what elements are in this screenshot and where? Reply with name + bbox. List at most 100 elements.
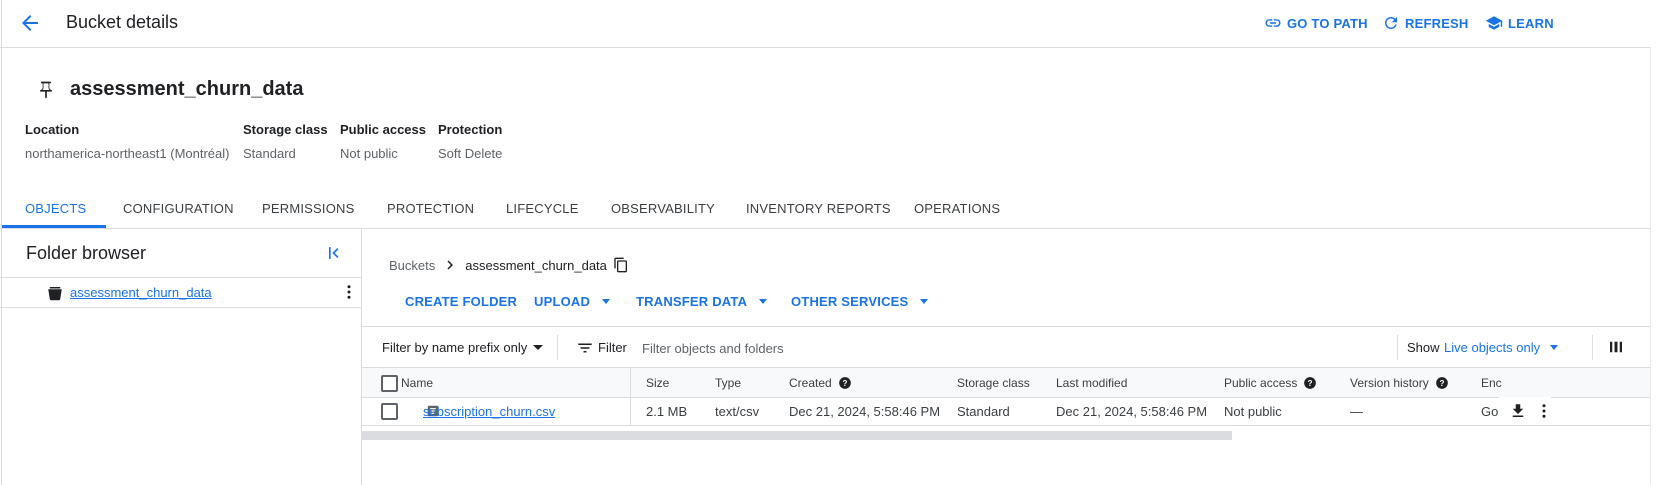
tab-configuration[interactable]: CONFIGURATION <box>123 201 234 216</box>
folder-item[interactable]: assessment_churn_data <box>0 277 361 308</box>
tab-objects[interactable]: OBJECTS <box>25 201 86 216</box>
bucket-name: assessment_churn_data <box>70 78 304 100</box>
column-size-label: Size <box>646 376 670 390</box>
svg-text:?: ? <box>1308 379 1313 388</box>
svg-text:?: ? <box>842 379 847 388</box>
other-services-button[interactable]: OTHER SERVICES <box>791 294 929 309</box>
show-caret-icon <box>1550 345 1559 350</box>
column-display-icon[interactable] <box>1607 338 1625 356</box>
filter-bar: Filter by name prefix only Filter Show L… <box>362 326 1650 368</box>
column-header-type[interactable]: Type <box>715 376 741 390</box>
tab-lifecycle[interactable]: LIFECYCLE <box>506 201 579 216</box>
filter-mode-caret-icon <box>533 345 544 350</box>
table-header: Name Size Type Created ? Storage class L… <box>362 367 1650 398</box>
location-label: Location <box>25 122 80 137</box>
filter-divider <box>557 335 558 360</box>
row-select-checkbox[interactable] <box>381 403 398 420</box>
chevron-right-icon <box>447 260 454 270</box>
column-header-storage-class[interactable]: Storage class <box>957 376 1030 390</box>
column-header-version-history[interactable]: Version history ? <box>1350 376 1449 390</box>
tab-protection[interactable]: PROTECTION <box>387 201 474 216</box>
breadcrumb: Buckets assessment_churn_data <box>389 256 629 274</box>
learn-button[interactable]: LEARN <box>1485 14 1554 32</box>
file-created: Dec 21, 2024, 5:58:46 PM <box>789 404 941 419</box>
create-folder-label: CREATE FOLDER <box>405 294 518 309</box>
filter-mode-dropdown[interactable]: Filter by name prefix only <box>382 340 544 355</box>
column-header-encryption[interactable]: Enc <box>1481 376 1502 390</box>
breadcrumb-current: assessment_churn_data <box>465 257 607 273</box>
svg-text:?: ? <box>1439 379 1444 388</box>
table-horizontal-scrollbar[interactable] <box>362 431 1232 440</box>
more-vert-icon[interactable] <box>1535 402 1553 420</box>
public-access-label: Public access <box>340 122 426 137</box>
transfer-data-dropdown-icon <box>759 299 768 304</box>
tab-operations[interactable]: OPERATIONS <box>914 201 1000 216</box>
filter-label: Filter <box>598 340 627 355</box>
transfer-data-label: TRANSFER DATA <box>636 294 748 309</box>
school-icon <box>1485 16 1503 30</box>
show-divider <box>1397 335 1398 360</box>
upload-label: UPLOAD <box>534 294 591 309</box>
column-version-history-label: Version history <box>1350 376 1429 390</box>
tab-observability[interactable]: OBSERVABILITY <box>611 201 715 216</box>
column-created-label: Created <box>789 376 832 390</box>
column-header-created[interactable]: Created ? <box>789 376 852 390</box>
breadcrumb-buckets-link[interactable]: Buckets <box>389 258 435 273</box>
bucket-icon <box>48 287 62 301</box>
collapse-panel-icon[interactable] <box>324 243 344 263</box>
folder-item-link[interactable]: assessment_churn_data <box>70 285 212 300</box>
page-title: Bucket details <box>66 12 179 32</box>
upload-button[interactable]: UPLOAD <box>534 294 611 309</box>
file-version-history: — <box>1350 404 1363 419</box>
storage-class-value: Standard <box>243 146 296 161</box>
back-arrow-icon[interactable] <box>18 11 42 35</box>
folder-browser-panel: Folder browser assessment_churn_data <box>0 229 362 485</box>
column-header-name[interactable]: Name <box>401 376 433 390</box>
table-row[interactable]: subscription_churn.csv 2.1 MB text/csv D… <box>362 397 1650 426</box>
filter-input[interactable] <box>640 335 1244 361</box>
file-storage-class: Standard <box>957 404 1010 419</box>
active-tab-indicator <box>2 225 106 228</box>
tab-inventory-reports[interactable]: INVENTORY REPORTS <box>746 201 891 216</box>
column-public-access-label: Public access <box>1224 376 1298 390</box>
file-type: text/csv <box>715 404 760 419</box>
public-access-value: Not public <box>340 146 398 161</box>
go-to-path-button[interactable]: GO TO PATH <box>1264 14 1368 32</box>
show-objects-dropdown[interactable]: Live objects only <box>1444 340 1559 355</box>
create-folder-button[interactable]: CREATE FOLDER <box>405 294 517 309</box>
learn-label: LEARN <box>1508 15 1554 31</box>
file-name-link[interactable]: subscription_churn.csv <box>423 404 555 419</box>
tab-permissions[interactable]: PERMISSIONS <box>262 201 355 216</box>
file-last-modified: Dec 21, 2024, 5:58:46 PM <box>1056 404 1208 419</box>
columns-divider <box>1592 335 1593 360</box>
go-to-path-label: GO TO PATH <box>1287 15 1368 31</box>
folder-browser-title: Folder browser <box>26 243 147 263</box>
show-value-label: Live objects only <box>1444 340 1541 355</box>
column-type-label: Type <box>715 376 742 390</box>
file-public-access: Not public <box>1224 404 1282 419</box>
help-icon[interactable]: ? <box>1435 376 1449 390</box>
other-services-label: OTHER SERVICES <box>791 294 909 309</box>
link-icon <box>1265 19 1281 27</box>
select-all-checkbox[interactable] <box>381 375 398 392</box>
column-header-public-access[interactable]: Public access ? <box>1224 376 1317 390</box>
page-header: Bucket details GO TO PATH REFRESH LEARN <box>0 0 1665 48</box>
more-vert-icon[interactable] <box>340 283 358 301</box>
file-size: 2.1 MB <box>646 404 688 419</box>
transfer-data-button[interactable]: TRANSFER DATA <box>636 294 768 309</box>
copy-icon[interactable] <box>613 257 629 273</box>
column-header-size[interactable]: Size <box>646 376 669 390</box>
refresh-label: REFRESH <box>1405 15 1469 31</box>
help-icon[interactable]: ? <box>838 376 852 390</box>
refresh-button[interactable]: REFRESH <box>1382 14 1469 32</box>
filter-list-icon <box>578 343 592 353</box>
help-icon[interactable]: ? <box>1303 376 1317 390</box>
pin-icon[interactable] <box>36 80 56 100</box>
page-scrollbar[interactable] <box>1650 47 1665 485</box>
filter-mode-label: Filter by name prefix only <box>382 340 528 355</box>
column-header-last-modified[interactable]: Last modified <box>1056 376 1127 390</box>
refresh-icon <box>1385 17 1397 29</box>
show-label: Show <box>1407 340 1440 355</box>
bucket-tabs: OBJECTS CONFIGURATION PERMISSIONS PROTEC… <box>0 187 1650 229</box>
download-icon[interactable] <box>1509 402 1527 420</box>
